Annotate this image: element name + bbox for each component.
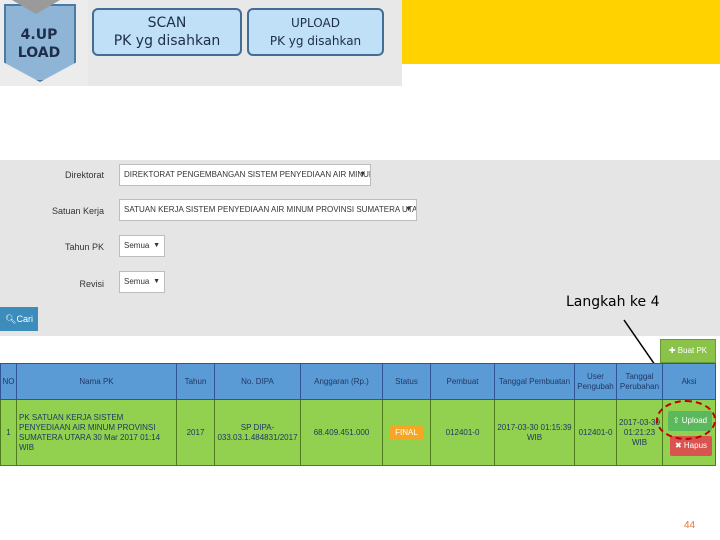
cell-pembuat: 012401-0: [431, 400, 495, 465]
direktorat-select[interactable]: DIREKTORAT PENGEMBANGAN SISTEM PENYEDIAA…: [119, 164, 371, 186]
page-number: 44: [684, 520, 696, 531]
header-aksi: Aksi: [681, 376, 697, 386]
revisi-select[interactable]: Semua ▼: [119, 271, 165, 293]
tahun-pk-select[interactable]: Semua ▼: [119, 235, 165, 257]
header-pembuat: Pembuat: [431, 364, 495, 399]
step-line-1: 4.UP: [20, 27, 58, 43]
tahun-pk-label: Tahun PK: [64, 242, 104, 252]
satuan-kerja-select[interactable]: SATUAN KERJA SISTEM PENYEDIAAN AIR MINUM…: [119, 199, 417, 221]
header-tahun: Tahun: [177, 364, 215, 399]
step-annotation: Langkah ke 4: [566, 294, 660, 310]
scan-pk-line-1: SCAN: [147, 15, 187, 31]
step-line-2: LOAD: [17, 45, 61, 61]
chevron-down-icon: ▼: [153, 242, 160, 249]
table-row: 1 PK SATUAN KERJA SISTEM PENYEDIAAN AIR …: [0, 400, 716, 466]
scan-pk-button[interactable]: SCAN PK yg disahkan: [92, 8, 242, 56]
header-status: Status: [383, 364, 431, 399]
chevron-down-icon: ▼: [405, 206, 412, 213]
yellow-header-bar: [402, 0, 720, 64]
scan-pk-line-2: PK yg disahkan: [113, 33, 221, 49]
buat-pk-label: Buat PK: [677, 346, 708, 355]
table-header: NO Nama PK Tahun No. DIPA Anggaran (Rp.)…: [0, 363, 716, 400]
header-no-dipa: No. DIPA: [215, 364, 301, 399]
cell-nama-pk[interactable]: PK SATUAN KERJA SISTEM PENYEDIAAN AIR MI…: [17, 400, 177, 465]
chevron-down-icon: ▼: [153, 278, 160, 285]
header-no: NO: [1, 364, 17, 399]
cell-tahun: 2017: [177, 400, 215, 465]
header-anggaran: Anggaran (Rp.): [301, 364, 383, 399]
tahun-pk-value: Semua: [124, 241, 150, 250]
plus-icon: ✚: [668, 346, 678, 355]
cell-no-dipa: SP DIPA-033.03.1.484831/2017: [215, 400, 301, 465]
header-tanggal-perubahan: Tanggal Perubahan: [617, 364, 663, 399]
header-user-pengubah: User Pengubah: [575, 364, 617, 399]
status-badge: FINAL: [390, 425, 423, 440]
direktorat-value: DIREKTORAT PENGEMBANGAN SISTEM PENYEDIAA…: [124, 170, 371, 179]
header-tanggal-pembuatan: Tanggal Pembuatan: [495, 364, 575, 399]
cell-anggaran: 68.409.451.000: [301, 400, 383, 465]
upload-pk-line-2: PK yg disahkan: [269, 34, 362, 48]
chevron-down-icon: ▼: [359, 171, 366, 178]
trash-icon: ✖: [674, 441, 684, 450]
cell-status: FINAL: [383, 400, 431, 465]
revisi-label: Revisi: [79, 279, 104, 289]
cari-label: Cari: [16, 314, 33, 324]
search-icon: 🔍︎: [5, 314, 17, 324]
upload-pk-button[interactable]: UPLOAD PK yg disahkan: [247, 8, 384, 56]
satuan-kerja-label: Satuan Kerja: [51, 206, 104, 216]
cell-user-pengubah: 012401-0: [575, 400, 617, 465]
highlight-circle: [656, 400, 716, 440]
upload-pk-line-1: UPLOAD: [291, 16, 340, 30]
cari-button[interactable]: 🔍︎Cari: [0, 307, 38, 331]
step-badge-label: 4.UP LOAD: [6, 26, 72, 62]
nama-pk-link[interactable]: PK SATUAN KERJA SISTEM PENYEDIAAN AIR MI…: [19, 413, 174, 453]
hapus-label: Hapus: [683, 441, 708, 450]
buat-pk-button[interactable]: ✚ Buat PK: [660, 339, 716, 363]
direktorat-label: Direktorat: [64, 170, 104, 180]
revisi-value: Semua: [124, 277, 150, 286]
header-nama-pk: Nama PK: [17, 364, 177, 399]
satuan-kerja-value: SATUAN KERJA SISTEM PENYEDIAAN AIR MINUM…: [124, 205, 417, 214]
cell-tanggal-perubahan: 2017-03-30 01:21:23 WIB: [617, 400, 663, 465]
cell-no: 1: [1, 400, 17, 465]
cell-tanggal-pembuatan: 2017-03-30 01:15:39 WIB: [495, 400, 575, 465]
